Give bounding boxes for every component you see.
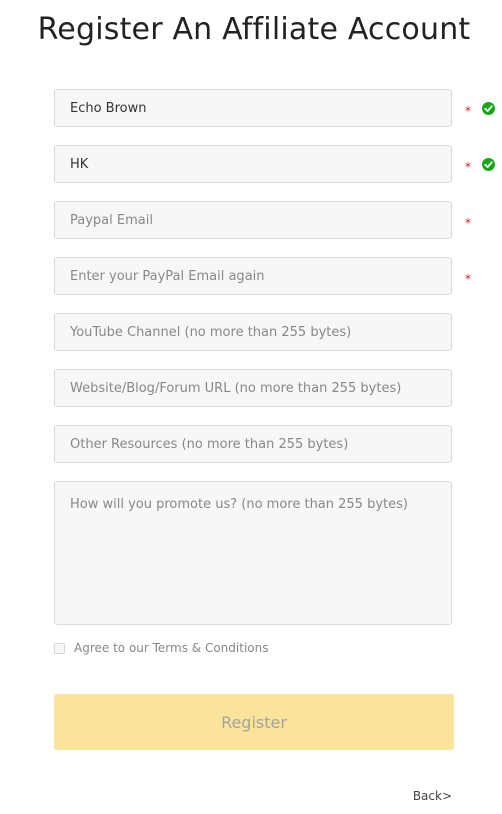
promotion-textarea[interactable] — [54, 481, 452, 625]
paypal-email-confirm-input[interactable] — [54, 257, 452, 295]
region-input[interactable] — [54, 145, 452, 183]
terms-label: Agree to our Terms & Conditions — [74, 641, 269, 655]
check-circle-icon — [482, 102, 495, 115]
name-input[interactable] — [54, 89, 452, 127]
register-button[interactable]: Register — [54, 694, 454, 750]
youtube-channel-input[interactable] — [54, 313, 452, 351]
paypal-email-confirm-required-mark: * — [465, 272, 471, 286]
terms-agree-row[interactable]: Agree to our Terms & Conditions — [54, 640, 268, 656]
website-url-input[interactable] — [54, 369, 452, 407]
paypal-email-input[interactable] — [54, 201, 452, 239]
region-required-mark: * — [465, 160, 471, 174]
name-required-mark: * — [465, 104, 471, 118]
back-link[interactable]: Back> — [413, 789, 452, 803]
other-resources-input[interactable] — [54, 425, 452, 463]
terms-checkbox[interactable] — [54, 642, 65, 654]
page-title: Register An Affiliate Account — [37, 12, 471, 47]
paypal-email-required-mark: * — [465, 216, 471, 230]
check-circle-icon — [482, 158, 495, 171]
